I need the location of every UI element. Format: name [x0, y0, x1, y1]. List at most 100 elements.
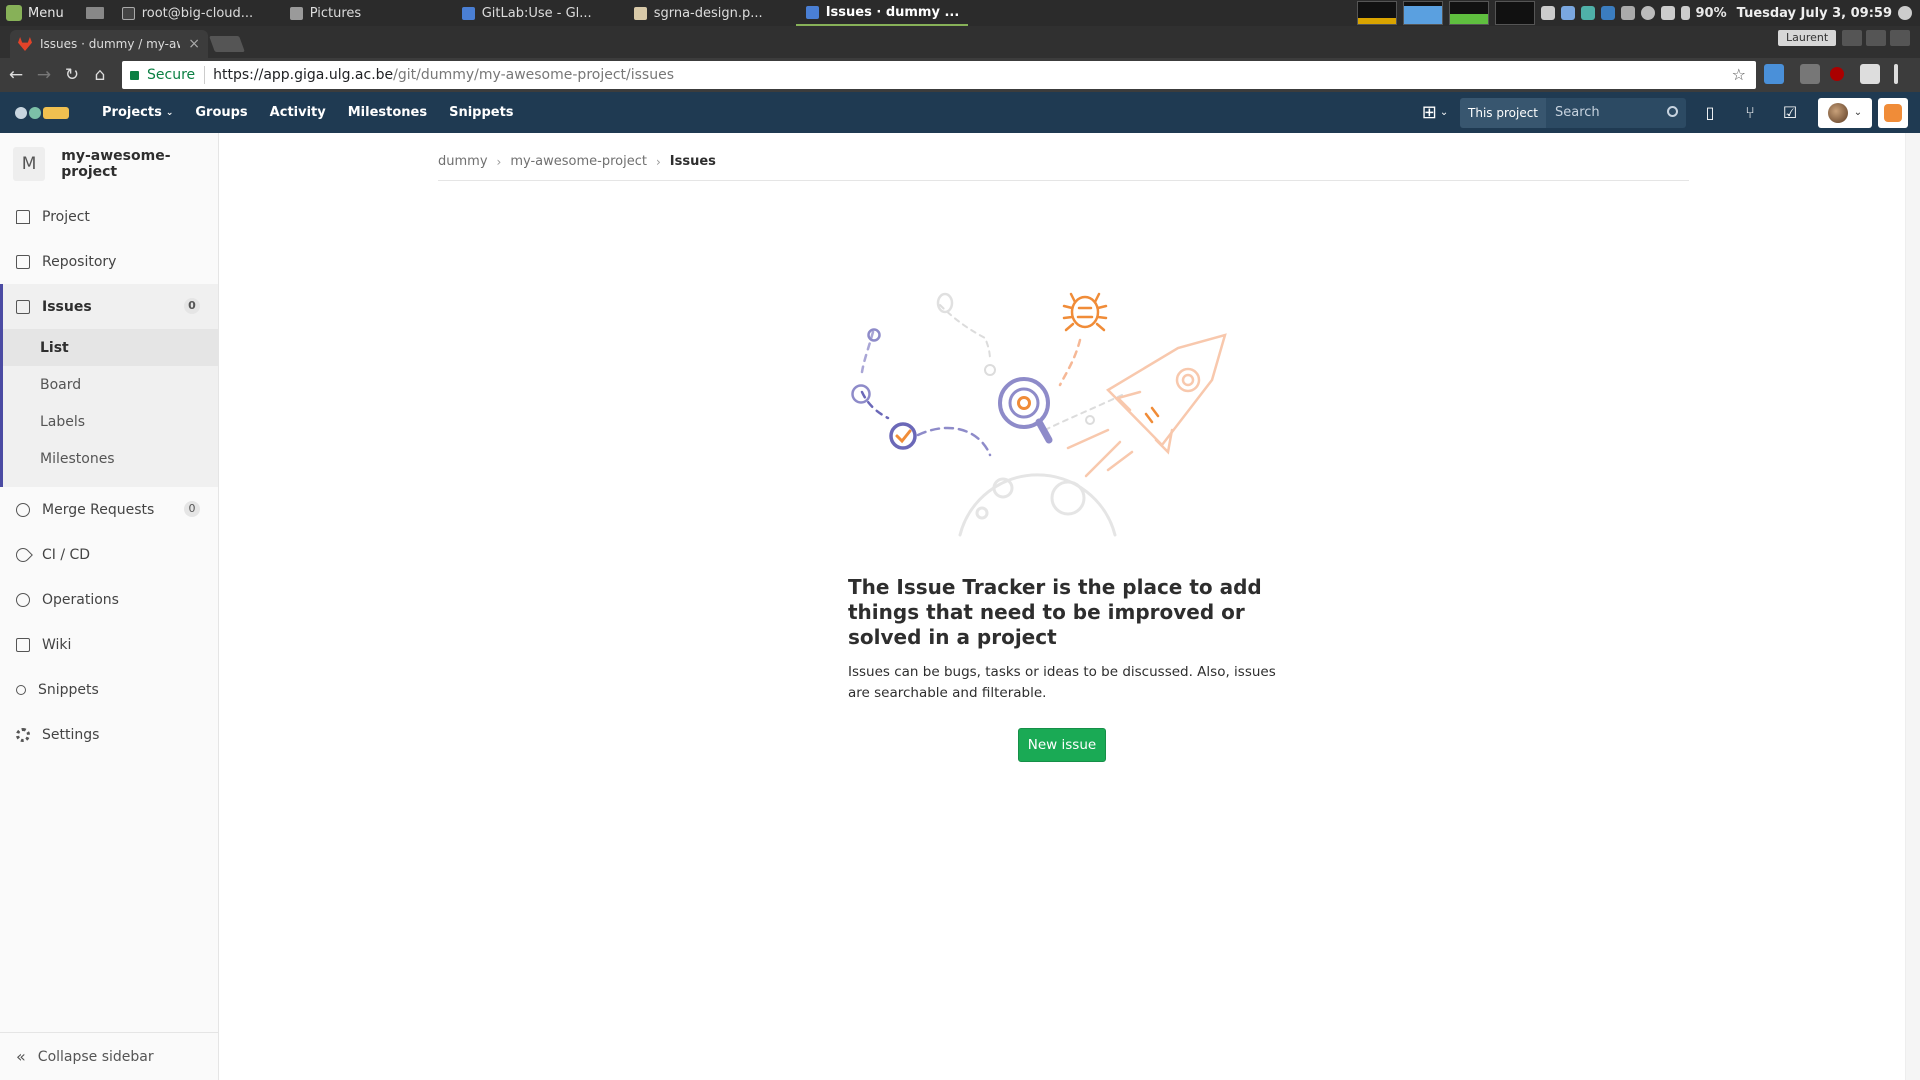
gitlab-navbar: Projects ⌄ Groups Activity Milestones Sni…: [0, 92, 1920, 133]
chrome-icon: [805, 5, 819, 19]
bluetooth-icon[interactable]: [1560, 6, 1575, 20]
sidebar-subitem-labels[interactable]: Labels: [3, 403, 218, 440]
planet-crater: [975, 506, 989, 520]
sidebar-item-label: Merge Requests: [42, 501, 155, 518]
search-box[interactable]: This project Search: [1460, 97, 1686, 128]
browser-profile-button[interactable]: Laurent: [1778, 30, 1837, 46]
taskbar-window-label: sgrna-design.p...: [653, 5, 763, 21]
collapse-sidebar-button[interactable]: « Collapse sidebar: [0, 1032, 218, 1080]
breadcrumb-link-project[interactable]: my-awesome-project: [510, 154, 647, 169]
sidebar-item-snippets[interactable]: Snippets: [0, 667, 218, 712]
intel-icon[interactable]: [1600, 6, 1615, 20]
taskbar-window-terminal[interactable]: root@big-cloud...: [112, 0, 280, 26]
taskbar-window-chrome-gitlab[interactable]: GitLab:Use - Gl...: [452, 0, 624, 26]
search-scope-badge[interactable]: This project: [1460, 97, 1546, 128]
forward-arrow-icon[interactable]: →: [32, 63, 56, 87]
gitlab-home-logo[interactable]: [15, 102, 77, 124]
sidebar-item-ci-cd[interactable]: CI / CD: [0, 532, 218, 577]
battery-icon[interactable]: [1680, 6, 1690, 20]
sidebar-item-wiki[interactable]: Wiki: [0, 622, 218, 667]
node-circle: [984, 364, 996, 376]
new-dropdown-button[interactable]: ⊞ ⌄: [1420, 98, 1450, 128]
maximize-window-button[interactable]: [1866, 30, 1886, 46]
sci-hub-extension-icon[interactable]: [1860, 64, 1880, 84]
chrome-icon: [461, 6, 475, 20]
help-button[interactable]: [1878, 97, 1908, 128]
address-separator: [204, 66, 206, 84]
nav-projects[interactable]: Projects ⌄: [102, 105, 173, 120]
reload-icon[interactable]: ↻: [60, 63, 84, 87]
new-tab-button[interactable]: [209, 36, 245, 52]
network-monitor-graph: [1448, 1, 1489, 25]
bookmark-star-icon[interactable]: ☆: [1732, 65, 1746, 84]
node-circle: [867, 328, 881, 342]
page-scrollbar[interactable]: [1905, 133, 1920, 1080]
merge-requests-nav-icon[interactable]: ⑂: [1734, 98, 1766, 128]
sidebar-subitem-board[interactable]: Board: [3, 366, 218, 403]
new-issue-button[interactable]: New issue: [1018, 728, 1106, 762]
user-menu-button[interactable]: ⌄: [1818, 97, 1872, 128]
minimize-window-button[interactable]: [1842, 30, 1862, 46]
url-path: /git/dummy/my-awesome-project/issues: [393, 67, 674, 83]
todos-nav-icon[interactable]: ☑: [1774, 98, 1806, 128]
home-icon[interactable]: ⌂: [88, 63, 112, 87]
bug-icon: [1062, 292, 1108, 332]
clipboard-icon[interactable]: [1620, 6, 1635, 20]
mail-extension-icon[interactable]: [1764, 64, 1784, 84]
issues-nav-icon[interactable]: ▯: [1694, 98, 1726, 128]
browser-tab-issues[interactable]: Issues · dummy / my-aw ×: [10, 30, 208, 58]
sidebar-project-header[interactable]: M my-awesome-project: [0, 133, 218, 194]
system-tray: 90% Tuesday July 3, 09:59: [1356, 0, 1920, 26]
chevron-down-icon: ⌄: [1853, 107, 1863, 118]
show-desktop-icon[interactable]: [85, 7, 104, 19]
taskbar-window-document[interactable]: sgrna-design.p...: [624, 0, 796, 26]
ublock-extension-icon[interactable]: [1830, 67, 1844, 81]
sidebar-item-settings[interactable]: Settings: [0, 712, 218, 757]
nav-groups[interactable]: Groups: [195, 105, 247, 120]
sync-icon[interactable]: [1580, 6, 1595, 20]
project-avatar: M: [13, 146, 46, 181]
sidebar-item-project[interactable]: Project: [0, 194, 218, 239]
dashed-path: [939, 304, 991, 361]
shield-icon[interactable]: [1540, 6, 1555, 20]
issues-subnav: List Board Labels Milestones: [0, 329, 218, 487]
merge-requests-count-badge: 0: [184, 501, 200, 517]
sidebar-subitem-milestones[interactable]: Milestones: [3, 440, 218, 477]
chrome-menu-icon[interactable]: [1894, 64, 1898, 84]
back-arrow-icon[interactable]: ←: [4, 63, 28, 87]
nav-activity[interactable]: Activity: [270, 105, 326, 120]
taskbar-window-pictures[interactable]: Pictures: [280, 0, 452, 26]
start-menu-button[interactable]: Menu: [0, 0, 112, 26]
sidebar-item-label: CI / CD: [42, 546, 91, 563]
sidebar-subitem-list[interactable]: List: [3, 329, 218, 366]
taskbar-window-label: Issues · dummy ...: [825, 4, 960, 20]
taskbar-window-chrome-issues[interactable]: Issues · dummy ...: [795, 0, 968, 26]
breadcrumb-link-namespace[interactable]: dummy: [438, 154, 488, 169]
sidebar-item-operations[interactable]: Operations: [0, 577, 218, 622]
taskbar-window-label: root@big-cloud...: [141, 5, 254, 21]
wifi-icon[interactable]: [1660, 6, 1675, 20]
breadcrumb-current[interactable]: Issues: [670, 154, 716, 169]
merge-request-icon: [16, 502, 30, 517]
sidebar-item-issues[interactable]: Issues 0: [0, 284, 218, 329]
nav-milestones[interactable]: Milestones: [348, 105, 427, 120]
clock[interactable]: Tuesday July 3, 09:59: [1737, 6, 1892, 21]
search-placeholder: Search: [1555, 104, 1600, 120]
mint-logo-icon: [6, 5, 22, 21]
collapse-sidebar-label: Collapse sidebar: [37, 1048, 154, 1065]
power-icon[interactable]: [1898, 6, 1912, 20]
search-input[interactable]: Search: [1546, 97, 1686, 128]
address-bar[interactable]: Secure https://app.giga.ulg.ac.be /git/d…: [122, 61, 1756, 89]
user-icon[interactable]: [1640, 6, 1655, 20]
sidebar-item-merge-requests[interactable]: Merge Requests 0: [0, 487, 218, 532]
sidebar-item-repository[interactable]: Repository: [0, 239, 218, 284]
close-window-button[interactable]: [1890, 30, 1910, 46]
nav-snippets[interactable]: Snippets: [449, 105, 513, 120]
close-tab-icon[interactable]: ×: [188, 36, 200, 52]
plus-square-icon: ⊞: [1421, 102, 1437, 123]
issues-empty-state-illustration: [851, 292, 1227, 537]
browser-tab-strip: Issues · dummy / my-aw ×: [0, 26, 1920, 58]
downloads-extension-icon[interactable]: [1800, 64, 1820, 84]
start-menu-label: Menu: [28, 5, 64, 21]
chevron-right-icon: ›: [496, 154, 502, 169]
